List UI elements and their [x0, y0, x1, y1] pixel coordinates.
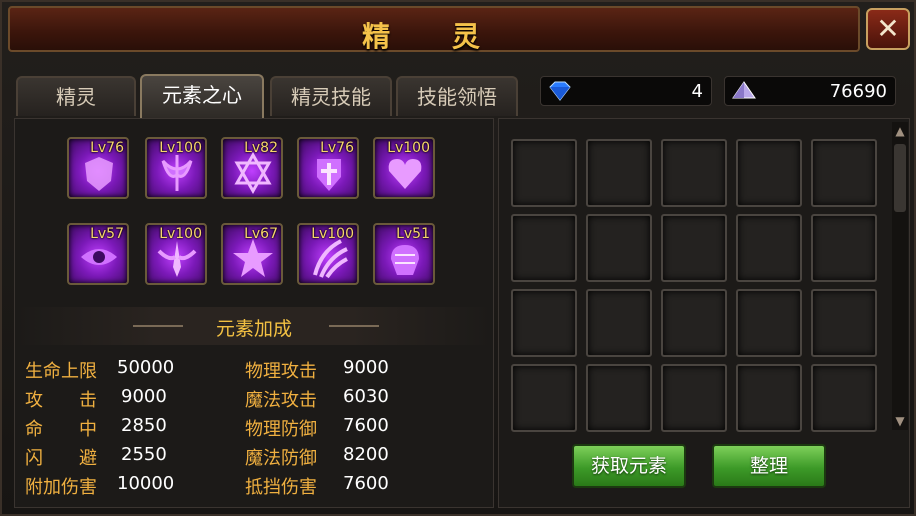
inventory-slot[interactable]: [661, 214, 727, 282]
stat-value: 50000: [117, 357, 175, 378]
inventory-slot[interactable]: [511, 214, 577, 282]
stat-label: 物理攻击: [245, 361, 317, 382]
stat-label: 魔法攻击: [245, 390, 317, 411]
claw-icon: [313, 239, 348, 279]
axe-icon: [161, 155, 193, 191]
element-slot-1[interactable]: Lv76: [67, 137, 129, 199]
element-slot-6[interactable]: Lv57: [67, 223, 129, 285]
stat-value: 10000: [117, 473, 175, 494]
tab-skill-insight[interactable]: 技能领悟: [396, 76, 518, 116]
crystal-counter: 76690: [724, 76, 896, 106]
stat-value: 6030: [343, 386, 389, 407]
bonus-header: 元素加成: [15, 307, 493, 345]
bonus-title: 元素加成: [215, 318, 292, 340]
element-slot-10[interactable]: Lv51: [373, 223, 435, 285]
stat-label: 命 中: [25, 419, 97, 440]
scroll-up-arrow-icon[interactable]: ▲: [892, 124, 908, 138]
tab-element-heart[interactable]: 元素之心: [140, 74, 264, 118]
element-panel: Lv76 Lv100 Lv82 Lv76 Lv100 Lv57 Lv100 Lv…: [14, 118, 494, 508]
game-window: 精 灵 ✕ 精灵 元素之心 精灵技能 技能领悟 4 76690 Lv76 Lv1…: [0, 0, 916, 516]
inventory-slot[interactable]: [511, 289, 577, 357]
gem-counter: 4: [540, 76, 712, 106]
diamond-icon: [549, 81, 571, 101]
element-slot-3[interactable]: Lv82: [221, 137, 283, 199]
inventory-slot[interactable]: [586, 289, 652, 357]
scroll-thumb[interactable]: [894, 144, 906, 212]
inventory-slot[interactable]: [736, 214, 802, 282]
inventory-slot[interactable]: [586, 214, 652, 282]
eye-icon: [81, 249, 117, 265]
heart-icon: [388, 159, 422, 189]
cross-shield-icon: [317, 159, 341, 191]
close-x-icon: ✕: [876, 12, 900, 45]
stat-value: 9000: [343, 357, 389, 378]
tab-spirit-skills[interactable]: 精灵技能: [270, 76, 392, 116]
sword-wing-icon: [157, 241, 197, 277]
stat-label: 附加伤害: [25, 477, 97, 498]
stat-value: 2550: [121, 444, 167, 465]
hexagram-icon: [234, 151, 272, 195]
inventory-slot[interactable]: [511, 364, 577, 432]
inventory-slot[interactable]: [811, 139, 877, 207]
element-slot-2[interactable]: Lv100: [145, 137, 207, 199]
get-element-button[interactable]: 获取元素: [572, 444, 686, 488]
crystal-value: 76690: [829, 81, 887, 102]
sort-button[interactable]: 整理: [712, 444, 826, 488]
element-inventory: [498, 118, 910, 508]
title-bar: 精 灵: [8, 6, 860, 53]
inventory-slot[interactable]: [586, 139, 652, 207]
stat-label: 闪 避: [25, 448, 97, 469]
tab-spirit[interactable]: 精灵: [16, 76, 136, 116]
inventory-slot[interactable]: [586, 364, 652, 432]
stat-label: 抵挡伤害: [245, 477, 317, 498]
element-slot-7[interactable]: Lv100: [145, 223, 207, 285]
inventory-slot[interactable]: [811, 214, 877, 282]
stat-value: 9000: [121, 386, 167, 407]
stat-value: 7600: [343, 473, 389, 494]
inventory-slot[interactable]: [736, 139, 802, 207]
fist-icon: [391, 245, 419, 275]
gem-value: 4: [691, 81, 703, 102]
shield-wing-icon: [85, 157, 113, 191]
close-button[interactable]: ✕: [866, 8, 910, 50]
stat-value: 2850: [121, 415, 167, 436]
inventory-slot[interactable]: [511, 139, 577, 207]
stat-label: 物理防御: [245, 419, 317, 440]
element-slot-5[interactable]: Lv100: [373, 137, 435, 199]
crystal-icon: [732, 81, 756, 99]
element-slot-9[interactable]: Lv100: [297, 223, 359, 285]
inventory-slot[interactable]: [661, 364, 727, 432]
inventory-slot[interactable]: [661, 139, 727, 207]
inventory-scrollbar[interactable]: ▲ ▼: [892, 122, 908, 430]
inventory-slot[interactable]: [811, 289, 877, 357]
scroll-down-arrow-icon[interactable]: ▼: [892, 414, 908, 428]
inventory-slot[interactable]: [736, 289, 802, 357]
inventory-slot[interactable]: [736, 364, 802, 432]
stat-value: 8200: [343, 444, 389, 465]
element-slot-4[interactable]: Lv76: [297, 137, 359, 199]
stat-label: 攻 击: [25, 390, 97, 411]
window-title: 精 灵: [362, 20, 506, 53]
element-slot-8[interactable]: Lv67: [221, 223, 283, 285]
stat-value: 7600: [343, 415, 389, 436]
stat-label: 生命上限: [25, 361, 97, 382]
inventory-slot[interactable]: [811, 364, 877, 432]
star-burst-icon: [233, 239, 273, 277]
stat-label: 魔法防御: [245, 448, 317, 469]
inventory-slot[interactable]: [661, 289, 727, 357]
